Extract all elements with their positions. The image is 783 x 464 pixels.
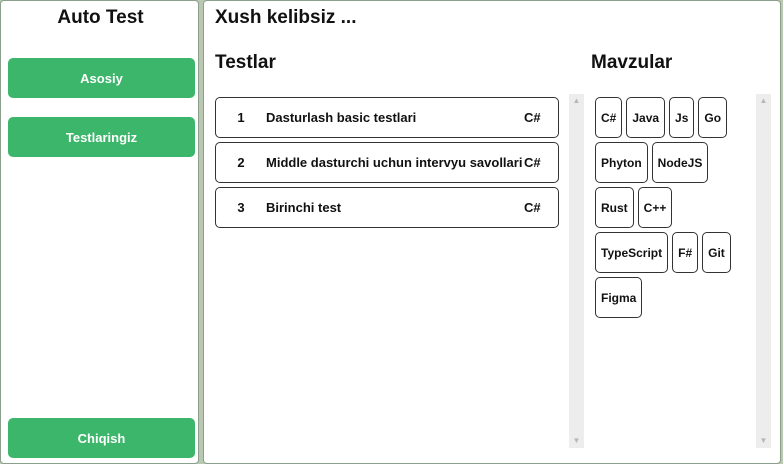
topic-chip[interactable]: TypeScript <box>595 232 669 273</box>
topic-list: C# Java Js Go Phyton NodeJS Rust C++ Typ… <box>595 97 745 318</box>
topic-chip[interactable]: Figma <box>595 277 643 318</box>
test-list: 1 Dasturlash basic testlari C# 2 Middle … <box>215 97 559 232</box>
test-row[interactable]: 3 Birinchi test C# <box>215 187 559 228</box>
triangle-up-icon[interactable]: ▲ <box>569 96 584 106</box>
tests-scrollbar[interactable]: ▲ ▼ <box>569 94 584 448</box>
nav-button-asosiy[interactable]: Asosiy <box>8 58 195 98</box>
test-name: Middle dasturchi uchun intervyu savollar… <box>266 155 523 170</box>
test-name: Dasturlash basic testlari <box>266 110 417 125</box>
topics-scrollbar[interactable]: ▲ ▼ <box>756 94 771 448</box>
test-number: 1 <box>237 110 245 125</box>
topic-chip[interactable]: Go <box>698 97 728 138</box>
test-language: C# <box>524 155 541 170</box>
main-panel: Xush kelibsiz ... Testlar Mavzular 1 Das… <box>203 0 781 464</box>
tests-heading: Testlar <box>215 52 276 73</box>
test-number: 2 <box>237 155 245 170</box>
triangle-down-icon[interactable]: ▼ <box>756 436 771 446</box>
test-row[interactable]: 1 Dasturlash basic testlari C# <box>215 97 559 138</box>
topic-chip[interactable]: Rust <box>595 187 634 228</box>
app-title: Auto Test <box>57 7 144 28</box>
topics-heading: Mavzular <box>591 52 673 73</box>
test-language: C# <box>524 200 541 215</box>
test-language: C# <box>524 110 541 125</box>
topic-chip[interactable]: F# <box>672 232 699 273</box>
triangle-down-icon[interactable]: ▼ <box>569 436 584 446</box>
test-number: 3 <box>237 200 245 215</box>
topic-chip[interactable]: C++ <box>637 187 673 228</box>
topic-chip[interactable]: Java <box>626 97 666 138</box>
topic-chip[interactable]: Js <box>669 97 695 138</box>
topic-chip[interactable]: NodeJS <box>651 142 709 183</box>
topic-chip[interactable]: C# <box>595 97 623 138</box>
nav-button-testlaringiz[interactable]: Testlaringiz <box>8 117 195 157</box>
sidebar: Auto Test Asosiy Testlaringiz Chiqish <box>0 0 199 464</box>
logout-button[interactable]: Chiqish <box>8 418 195 458</box>
test-row[interactable]: 2 Middle dasturchi uchun intervyu savoll… <box>215 142 559 183</box>
topic-chip[interactable]: Phyton <box>595 142 648 183</box>
welcome-heading: Xush kelibsiz ... <box>215 7 357 28</box>
test-name: Birinchi test <box>266 200 342 215</box>
topic-chip[interactable]: Git <box>702 232 731 273</box>
triangle-up-icon[interactable]: ▲ <box>756 96 771 106</box>
